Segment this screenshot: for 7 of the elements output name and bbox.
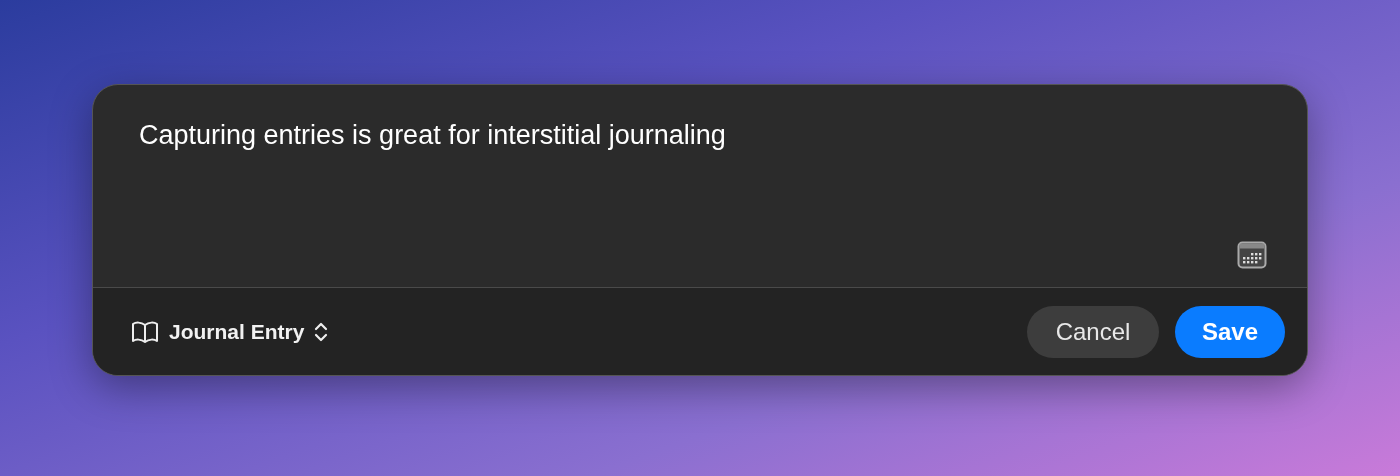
cancel-button[interactable]: Cancel xyxy=(1027,305,1159,358)
entry-text[interactable]: Capturing entries is great for interstitial journaling xyxy=(139,119,726,151)
entry-type-selector[interactable]: Journal Entry xyxy=(131,319,329,344)
book-icon xyxy=(131,320,159,343)
save-button[interactable]: Save xyxy=(1175,305,1285,358)
up-down-chevron-icon xyxy=(314,320,329,343)
calendar-icon[interactable] xyxy=(1237,241,1267,269)
